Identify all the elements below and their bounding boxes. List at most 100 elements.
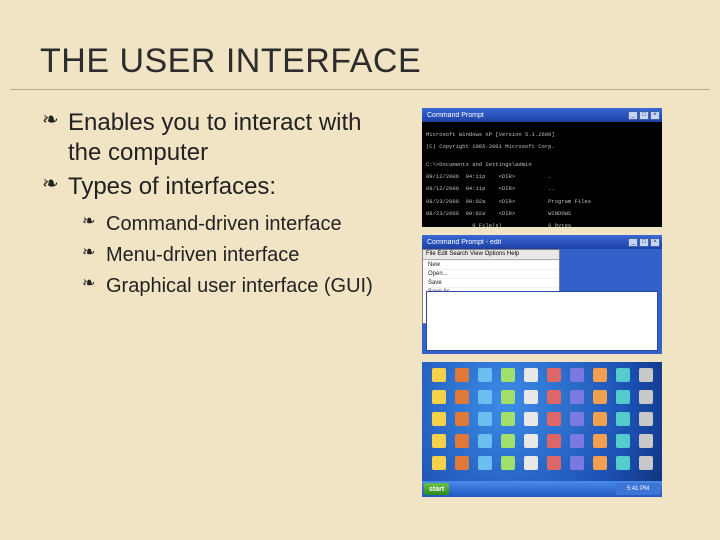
bullet-item: Types of interfaces: Command-driven inte…	[42, 172, 382, 299]
bullet-list: Enables you to interact with the compute…	[42, 108, 382, 299]
desktop-icon	[501, 412, 515, 426]
slide-title: THE USER INTERFACE	[40, 42, 680, 81]
terminal-line: 0 File(s) 0 bytes	[426, 223, 658, 227]
desktop-icon	[593, 412, 607, 426]
close-icon: ×	[650, 111, 660, 120]
terminal-line: 09/12/2006 04:11p <DIR> ..	[426, 186, 658, 192]
bullet-item: Enables you to interact with the compute…	[42, 108, 382, 168]
desktop-icon	[639, 390, 653, 404]
desktop-icon	[593, 456, 607, 470]
terminal-line: 09/12/2006 04:11p <DIR> .	[426, 174, 658, 180]
desktop-icon	[570, 368, 584, 382]
desktop-icon	[639, 368, 653, 382]
sub-bullet-text: Menu-driven interface	[106, 244, 299, 266]
window-title: Command Prompt - edit	[424, 239, 501, 246]
desktop-icon	[616, 456, 630, 470]
desktop-icon	[455, 390, 469, 404]
start-button: start	[424, 483, 449, 495]
desktop-icon	[455, 434, 469, 448]
desktop-icon	[547, 390, 561, 404]
sub-bullet-text: Command-driven interface	[106, 213, 342, 235]
bullet-text: Enables you to interact with the compute…	[68, 109, 362, 166]
close-icon: ×	[650, 238, 660, 247]
sub-bullet-item: Command-driven interface	[82, 212, 382, 237]
desktop-icon	[547, 434, 561, 448]
content-row: Enables you to interact with the compute…	[0, 90, 720, 497]
desktop-icon	[570, 434, 584, 448]
desktop-icon	[524, 368, 538, 382]
desktop-icon	[432, 390, 446, 404]
desktop-icon	[501, 368, 515, 382]
menu-item: Open...	[423, 269, 559, 278]
desktop-icon	[455, 368, 469, 382]
window-controls: _ □ ×	[628, 111, 660, 120]
menu-item: Save	[423, 278, 559, 287]
desktop-icon	[478, 368, 492, 382]
desktop-icon	[547, 456, 561, 470]
minimize-icon: _	[628, 111, 638, 120]
bullet-text: Types of interfaces:	[68, 173, 276, 200]
desktop-icon	[455, 456, 469, 470]
terminal-body: Microsoft Windows XP [Version 5.1.2600] …	[422, 122, 662, 227]
maximize-icon: □	[639, 111, 649, 120]
sub-bullet-list: Command-driven interface Menu-driven int…	[82, 212, 382, 299]
titlebar: Command Prompt _ □ ×	[422, 108, 662, 122]
editor-canvas	[426, 291, 658, 351]
desktop-icon	[478, 412, 492, 426]
sub-bullet-item: Graphical user interface (GUI)	[82, 274, 382, 299]
gui-desktop-thumbnail: start 5:41 PM	[422, 362, 662, 497]
desktop-icon	[547, 368, 561, 382]
desktop-icon	[524, 412, 538, 426]
titlebar: Command Prompt - edit _ □ ×	[422, 235, 662, 249]
menu-driven-thumbnail: Command Prompt - edit _ □ × File Edit Se…	[422, 235, 662, 354]
desktop-icon	[501, 390, 515, 404]
desktop-icon	[432, 368, 446, 382]
desktop-icon	[593, 390, 607, 404]
terminal-line: Microsoft Windows XP [Version 5.1.2600]	[426, 132, 658, 138]
desktop-icon	[593, 434, 607, 448]
desktop-icon	[616, 368, 630, 382]
desktop-icon	[593, 368, 607, 382]
start-label: start	[429, 486, 444, 493]
terminal-line: 08/23/2006 09:02a <DIR> WINDOWS	[426, 211, 658, 217]
desktop-icon	[570, 456, 584, 470]
desktop-icon	[524, 390, 538, 404]
menu-item: New	[423, 260, 559, 269]
desktop-icon	[639, 434, 653, 448]
desktop-icon	[616, 412, 630, 426]
command-prompt-thumbnail: Command Prompt _ □ × Microsoft Windows X…	[422, 108, 662, 227]
desktop-icon	[547, 412, 561, 426]
window-controls: _ □ ×	[628, 238, 660, 247]
desktop-icon	[570, 390, 584, 404]
terminal-line: C:\>Documents and Settings\admin	[426, 162, 658, 168]
terminal-line: (C) Copyright 1985-2001 Microsoft Corp.	[426, 144, 658, 150]
title-divider: THE USER INTERFACE	[10, 0, 710, 90]
desktop-icon-grid	[428, 368, 656, 477]
desktop-icon	[432, 456, 446, 470]
desktop-icon	[478, 390, 492, 404]
menubar: File Edit Search View Options Help	[423, 250, 559, 260]
minimize-icon: _	[628, 238, 638, 247]
window-title: Command Prompt	[424, 112, 484, 119]
desktop-icon	[478, 456, 492, 470]
desktop-icon	[455, 412, 469, 426]
text-column: Enables you to interact with the compute…	[42, 108, 382, 497]
desktop-icon	[501, 434, 515, 448]
desktop-icon	[570, 412, 584, 426]
desktop-icon	[432, 434, 446, 448]
sub-bullet-item: Menu-driven interface	[82, 243, 382, 268]
sub-bullet-text: Graphical user interface (GUI)	[106, 275, 373, 297]
desktop-icon	[478, 434, 492, 448]
desktop-icon	[616, 434, 630, 448]
terminal-line: 08/23/2006 09:02a <DIR> Program Files	[426, 199, 658, 205]
edit-body: File Edit Search View Options Help New O…	[422, 249, 662, 354]
desktop-icon	[616, 390, 630, 404]
system-tray: 5:41 PM	[616, 483, 660, 495]
taskbar: start 5:41 PM	[422, 481, 662, 497]
desktop-icon	[639, 412, 653, 426]
image-column: Command Prompt _ □ × Microsoft Windows X…	[382, 108, 695, 497]
desktop-icon	[524, 456, 538, 470]
clock-label: 5:41 PM	[627, 486, 649, 492]
desktop-icon	[639, 456, 653, 470]
desktop-icon	[524, 434, 538, 448]
